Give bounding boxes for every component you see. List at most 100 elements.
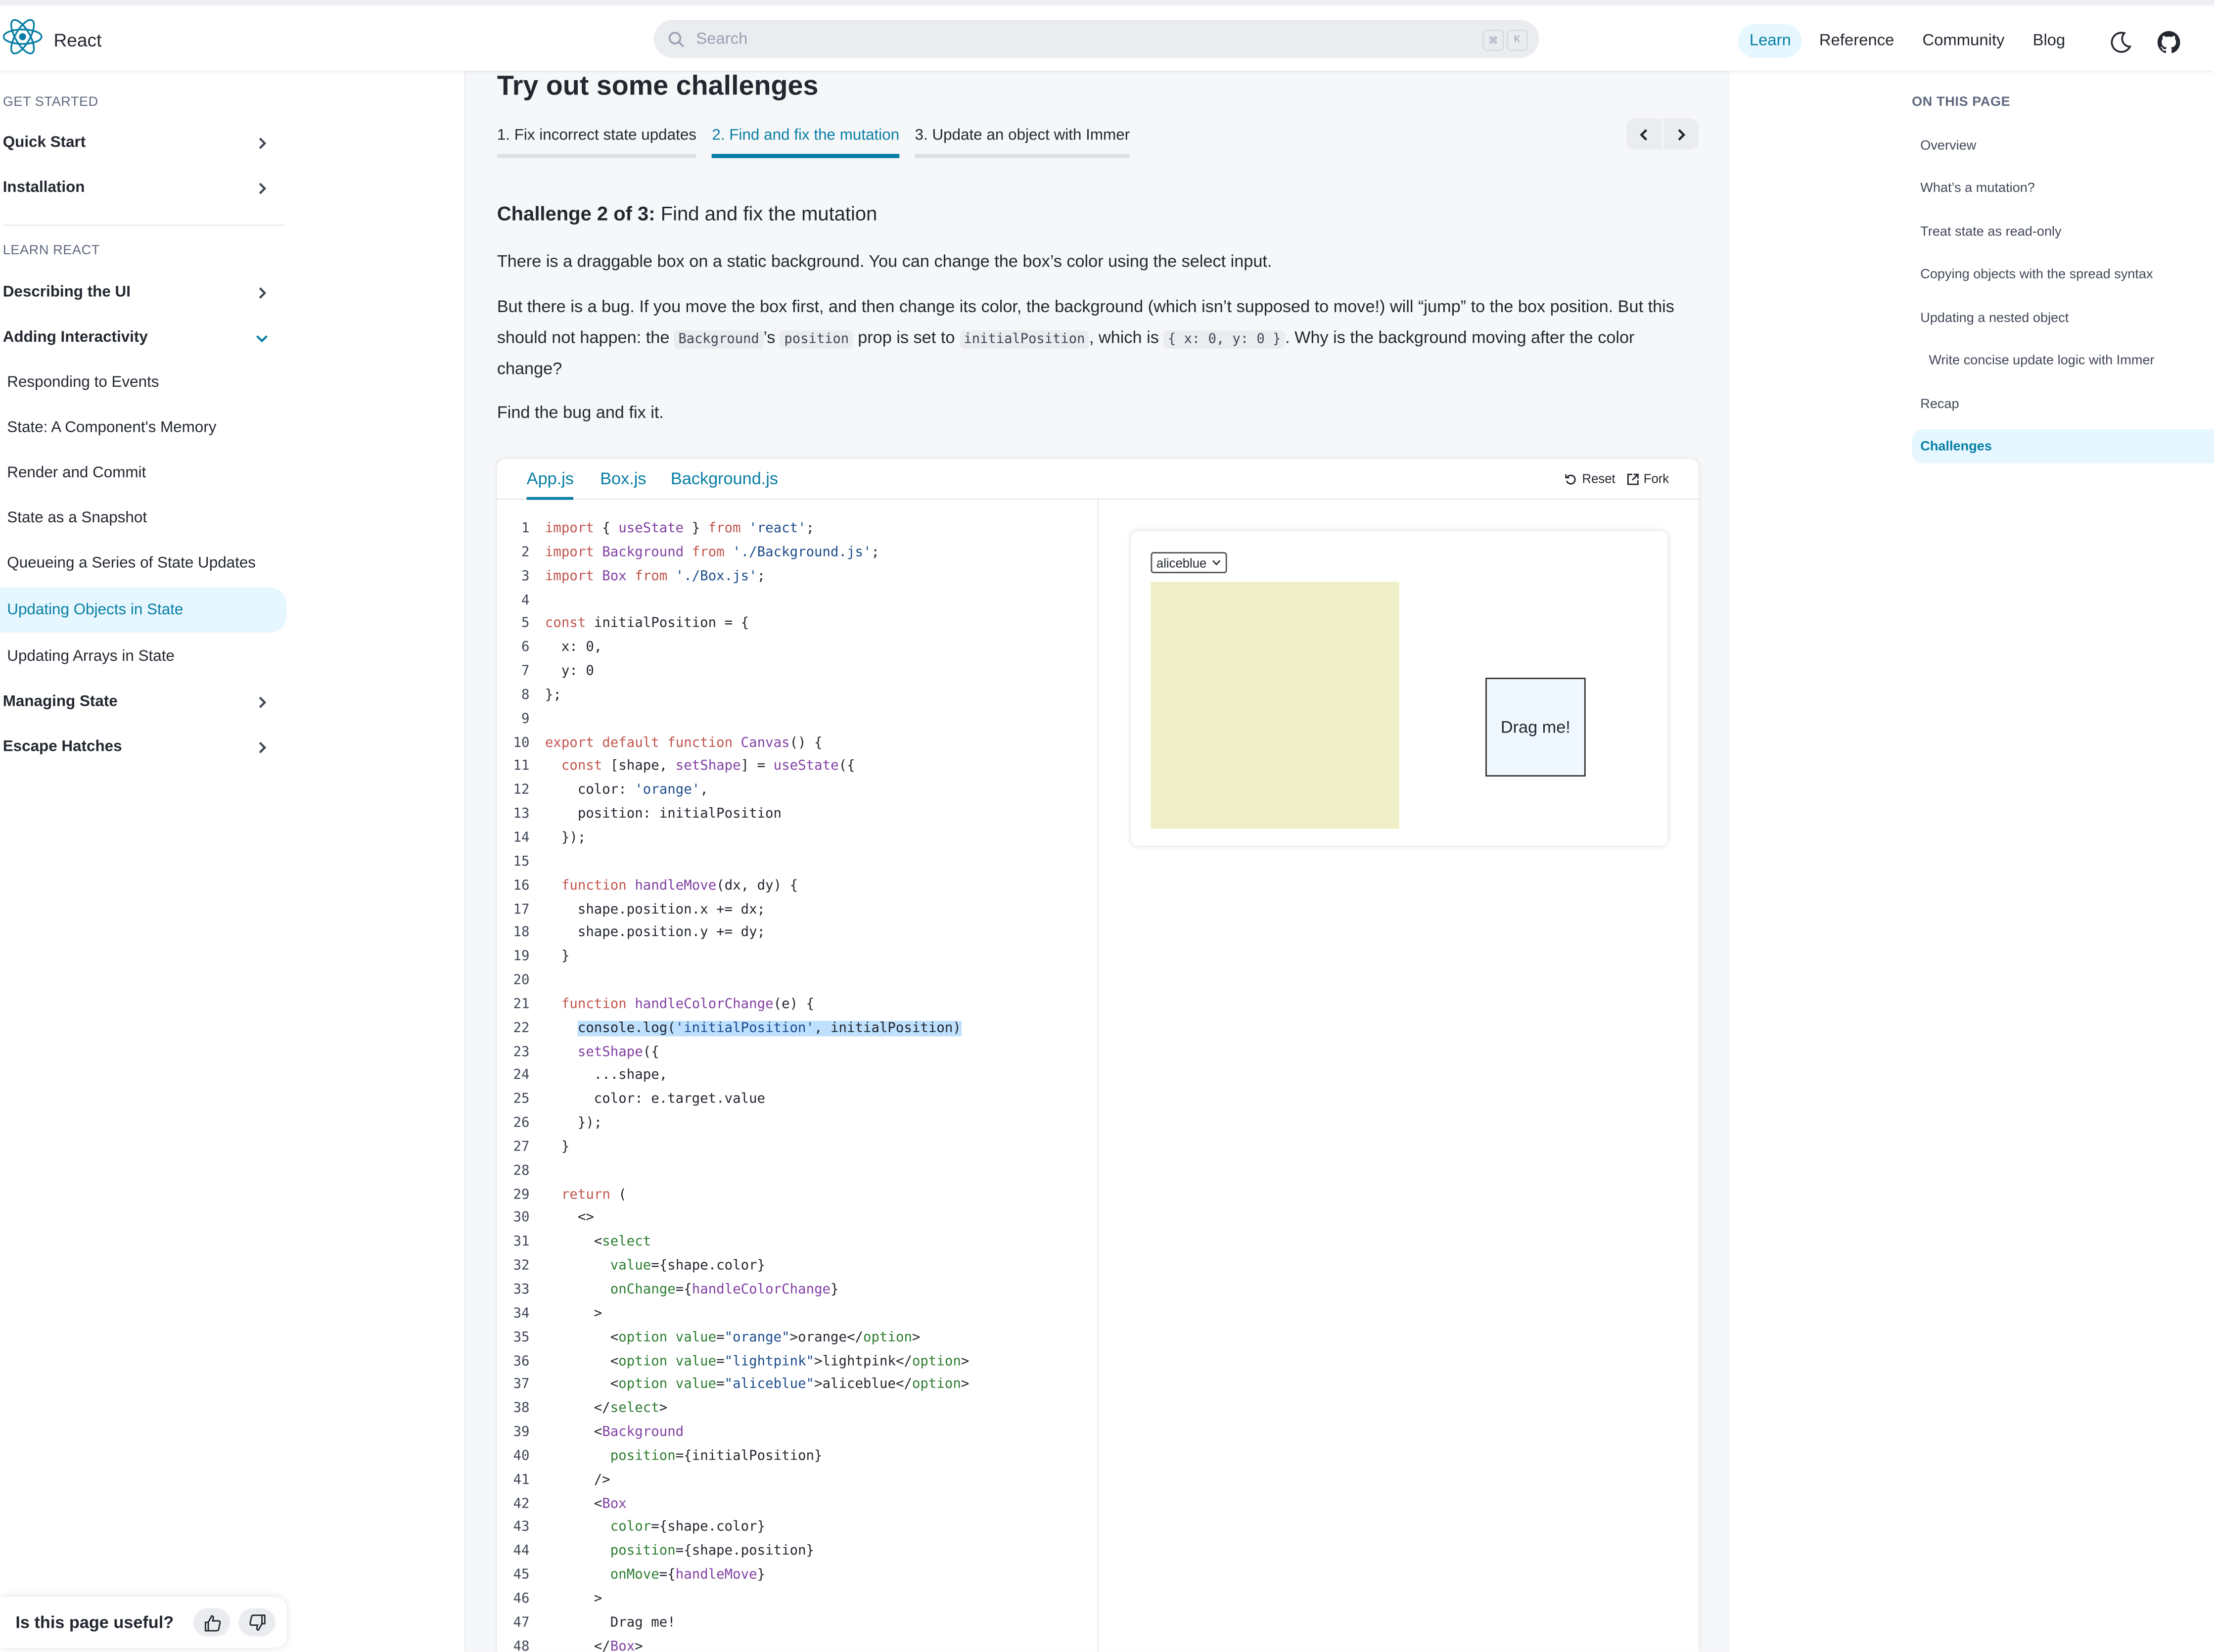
toc-item-overview[interactable]: Overview: [1912, 129, 2214, 163]
line-number: 37: [513, 1377, 530, 1393]
sidebar-item-adding-interactivity[interactable]: Adding Interactivity: [3, 316, 285, 359]
line-text: }: [545, 1139, 570, 1155]
line-number: 10: [513, 735, 530, 751]
line-text: </select>: [545, 1401, 668, 1417]
code-line: 22 console.log('initialPosition', initia…: [497, 1017, 969, 1041]
code-line: 3 import Box from './Box.js';: [497, 566, 969, 590]
toc-item-challenges[interactable]: Challenges: [1912, 429, 2214, 463]
chevron-right-icon: [1678, 128, 1686, 140]
file-tab-background[interactable]: Background.js: [671, 469, 778, 497]
tab-challenge-3[interactable]: 3. Update an object with Immer: [915, 127, 1130, 158]
background-square: [1151, 582, 1399, 829]
line-text: y: 0: [545, 663, 594, 680]
nav-blog[interactable]: Blog: [2022, 24, 2076, 58]
line-text: function handleMove(dx, dy) {: [561, 877, 798, 893]
color-select-value: aliceblue: [1156, 555, 1207, 570]
line-number: 2: [521, 545, 530, 560]
sidebar-item-quick-start[interactable]: Quick Start: [3, 121, 285, 164]
drag-box[interactable]: Drag me!: [1485, 678, 1586, 777]
line-number: 23: [513, 1044, 530, 1060]
sidebar-item-state-memory[interactable]: State: A Component's Memory: [0, 407, 286, 449]
next-challenge-button[interactable]: [1663, 118, 1699, 150]
code-line: 42 <Box: [497, 1493, 969, 1517]
code-line: 28: [497, 1160, 969, 1184]
moon-icon[interactable]: [2110, 31, 2132, 54]
nav-reference[interactable]: Reference: [1808, 24, 1905, 58]
code-line: 10 export default function Canvas() {: [497, 732, 969, 756]
sidebar-item-installation[interactable]: Installation: [3, 167, 285, 209]
line-number: 35: [513, 1330, 530, 1345]
toc-item-read-only[interactable]: Treat state as read-only: [1912, 215, 2214, 249]
toc-item-spread[interactable]: Copying objects with the spread syntax: [1912, 257, 2214, 291]
code-line: 37 <option value="aliceblue">aliceblue</…: [497, 1375, 969, 1398]
react-logo-icon: [2, 18, 43, 62]
nav-learn[interactable]: Learn: [1738, 24, 1802, 58]
line-number: 40: [513, 1448, 530, 1464]
line-number: 9: [521, 711, 530, 727]
line-text: color: e.target.value: [545, 1092, 766, 1107]
line-text: return (: [561, 1187, 627, 1203]
sidebar-item-responding-to-events[interactable]: Responding to Events: [0, 362, 286, 404]
sidebar-item-describing-ui[interactable]: Describing the UI: [3, 271, 285, 314]
line-text: import { useState } from 'react';: [545, 521, 815, 537]
tab-challenge-1[interactable]: 1. Fix incorrect state updates: [497, 127, 696, 158]
on-this-page: ON THIS PAGE Overview What’s a mutation?…: [1731, 71, 2214, 1652]
code-line: 19 }: [497, 946, 969, 970]
code-line: 29 return (: [497, 1184, 969, 1208]
sidebar-item-updating-objects[interactable]: Updating Objects in State: [0, 587, 287, 633]
sidebar-item-updating-arrays[interactable]: Updating Arrays in State: [0, 636, 286, 678]
code-line: 23 setShape({: [497, 1041, 969, 1065]
chevron-right-icon: [259, 183, 267, 194]
nav-community[interactable]: Community: [1911, 24, 2016, 58]
code-line: 31 <select: [497, 1232, 969, 1255]
sidebar-item-queueing-updates[interactable]: Queueing a Series of State Updates: [0, 542, 286, 585]
inline-code-initial-position: initialPosition: [959, 329, 1089, 348]
sidebar-item-label: Managing State: [2, 693, 118, 710]
line-number: 38: [513, 1401, 530, 1417]
line-number: 48: [513, 1639, 530, 1652]
reset-button[interactable]: Reset: [1582, 471, 1615, 486]
code-line: 13 position: initialPosition: [497, 804, 969, 827]
thumbs-down-icon: [248, 1613, 265, 1630]
tab-challenge-2[interactable]: 2. Find and fix the mutation: [712, 127, 900, 158]
code-line: 6 x: 0,: [497, 637, 969, 661]
code-line: 32 value={shape.color}: [497, 1255, 969, 1279]
prev-challenge-button[interactable]: [1626, 118, 1662, 150]
toc-item-recap[interactable]: Recap: [1912, 387, 2214, 421]
line-text: shape.position.y += dy;: [545, 925, 766, 941]
line-number: 17: [513, 901, 530, 918]
code-line: 1 import { useState } from 'react';: [497, 518, 969, 542]
code-line: 24 ...shape,: [497, 1065, 969, 1089]
fork-button[interactable]: Fork: [1644, 471, 1669, 486]
line-number: 8: [521, 687, 530, 703]
github-icon[interactable]: [2157, 31, 2180, 54]
sidebar-item-state-snapshot[interactable]: State as a Snapshot: [0, 497, 286, 540]
file-tab-app[interactable]: App.js: [526, 469, 574, 500]
line-number: 21: [513, 996, 530, 1012]
code-line: 9: [497, 708, 969, 732]
line-text: });: [545, 1115, 602, 1131]
toc-item-immer[interactable]: Write concise update logic with Immer: [1912, 343, 2214, 377]
toc-item-mutation[interactable]: What’s a mutation?: [1912, 171, 2214, 205]
file-tab-box[interactable]: Box.js: [600, 469, 646, 497]
line-text: const [shape, setShape] = useState({: [561, 759, 855, 775]
sidebar-item-managing-state[interactable]: Managing State: [3, 681, 285, 723]
brand-link[interactable]: React: [2, 18, 102, 62]
thumbs-down-button[interactable]: [238, 1608, 276, 1637]
thumbs-up-button[interactable]: [193, 1608, 231, 1637]
code-line: 39 <Background: [497, 1422, 969, 1446]
line-number: 12: [513, 782, 530, 798]
line-number: 5: [521, 616, 530, 632]
line-number: 7: [521, 663, 530, 680]
line-number: 20: [513, 972, 530, 989]
color-select[interactable]: aliceblue: [1151, 552, 1227, 573]
search-bar[interactable]: Search ⌘ K: [653, 19, 1539, 58]
sidebar-item-escape-hatches[interactable]: Escape Hatches: [3, 726, 285, 768]
sidebar-item-render-commit[interactable]: Render and Commit: [0, 452, 286, 494]
line-number: 25: [513, 1092, 530, 1107]
line-text: Drag me!: [545, 1615, 676, 1631]
code-editor[interactable]: 1 import { useState } from 'react'; 2 impor…: [497, 500, 1099, 1652]
toc-item-nested[interactable]: Updating a nested object: [1912, 301, 2214, 335]
code-line: 27 }: [497, 1137, 969, 1160]
line-text: <select: [545, 1234, 651, 1250]
